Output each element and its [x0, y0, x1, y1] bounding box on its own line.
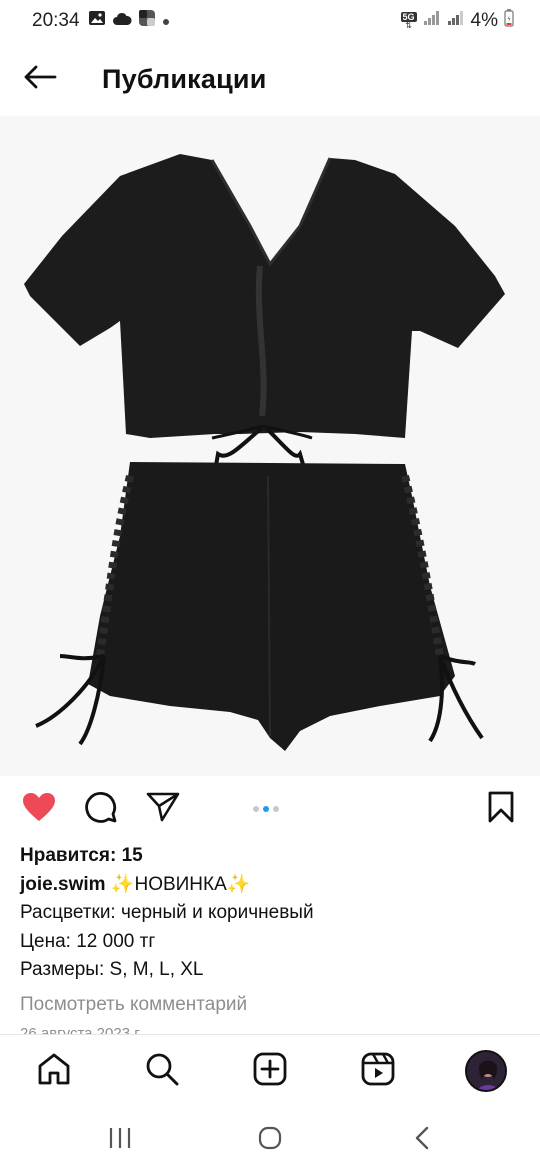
status-time: 20:34	[32, 10, 80, 31]
battery-icon	[504, 9, 514, 33]
post-username[interactable]: joie.swim	[20, 874, 106, 895]
status-left: 20:34	[32, 9, 170, 33]
signal-icon	[423, 10, 441, 32]
recent-apps-icon	[107, 1126, 133, 1155]
create-icon	[253, 1052, 287, 1091]
carousel-dot	[253, 806, 259, 812]
post-action-bar	[0, 776, 540, 842]
nav-create[interactable]	[246, 1047, 294, 1095]
signal-icon-2	[447, 10, 465, 32]
caption-headline: ✨НОВИНКА✨	[110, 873, 251, 895]
nav-search[interactable]	[138, 1047, 186, 1095]
network-badge: 5G ⇅	[400, 12, 417, 30]
recent-apps-button[interactable]	[96, 1120, 144, 1160]
carousel-dot	[273, 806, 279, 812]
nav-profile[interactable]	[462, 1047, 510, 1095]
comment-icon	[84, 790, 118, 829]
cloud-icon	[112, 10, 132, 32]
top-app-bar: Публикации	[0, 42, 540, 116]
system-navigation-bar	[0, 1106, 540, 1170]
post-caption: Нравится: 15 joie.swim ✨НОВИНКА✨ Расцвет…	[20, 842, 520, 1035]
nav-home[interactable]	[30, 1047, 78, 1095]
search-icon	[145, 1052, 179, 1091]
save-button[interactable]	[478, 786, 524, 832]
like-button[interactable]	[16, 786, 62, 832]
profile-avatar	[465, 1050, 507, 1092]
back-chevron-icon	[412, 1125, 432, 1156]
swimsuit-photo	[0, 116, 540, 776]
back-system-button[interactable]	[398, 1120, 446, 1160]
post-date: 26 августа 2023 г.	[20, 1025, 143, 1035]
caption-first-line: joie.swim ✨НОВИНКА✨	[20, 871, 520, 900]
caption-line: Размеры: S, M, L, XL	[20, 959, 204, 980]
notification-dot-icon	[162, 10, 170, 32]
bottom-navigation	[0, 1034, 540, 1106]
share-button[interactable]	[140, 786, 186, 832]
page-title: Публикации	[102, 63, 267, 94]
carousel-dot-active	[263, 806, 269, 812]
status-bar: 20:34 5G ⇅ 4%	[0, 0, 540, 42]
likes-count[interactable]: Нравится: 15	[20, 842, 520, 871]
battery-label: 4%	[470, 10, 498, 31]
home-icon	[37, 1052, 71, 1091]
status-right: 5G ⇅ 4%	[400, 9, 514, 33]
post-image[interactable]	[0, 116, 540, 776]
back-button[interactable]	[0, 42, 80, 116]
app-icon	[138, 9, 156, 33]
gallery-icon	[88, 10, 106, 32]
caption-line: Цена: 12 000 тг	[20, 930, 156, 952]
reels-icon	[361, 1052, 395, 1091]
bookmark-icon	[487, 791, 515, 828]
view-comments-link[interactable]: Посмотреть комментарий	[20, 991, 520, 1020]
caption-line: Расцветки: черный и коричневый	[20, 902, 314, 923]
carousel-indicator	[253, 806, 279, 812]
heart-filled-icon	[22, 792, 56, 827]
status-notifications	[88, 9, 170, 33]
share-icon	[146, 791, 180, 828]
home-circle-icon	[257, 1125, 283, 1156]
comment-button[interactable]	[78, 786, 124, 832]
nav-reels[interactable]	[354, 1047, 402, 1095]
back-arrow-icon	[23, 65, 57, 94]
home-system-button[interactable]	[246, 1120, 294, 1160]
